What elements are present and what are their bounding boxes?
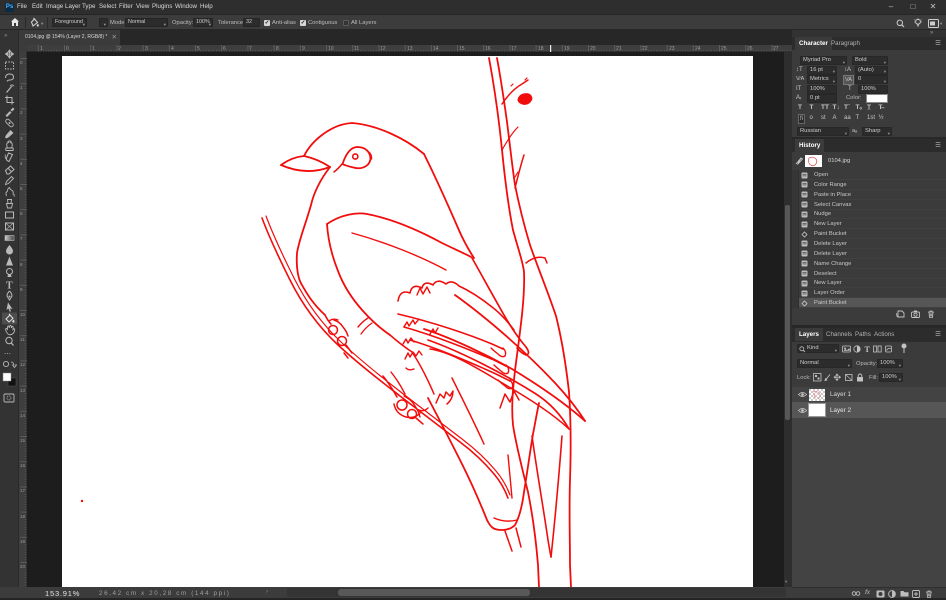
svg-text:7: 7 xyxy=(20,236,23,241)
svg-text:1: 1 xyxy=(20,85,23,90)
svg-text:⋯: ⋯ xyxy=(4,351,11,358)
svg-text:0: 0 xyxy=(20,60,23,65)
svg-text:18: 18 xyxy=(20,514,26,519)
svg-text:3: 3 xyxy=(20,136,23,141)
svg-text:10: 10 xyxy=(20,312,26,317)
svg-text:19: 19 xyxy=(20,539,26,544)
svg-text:14: 14 xyxy=(20,413,26,418)
svg-text:11: 11 xyxy=(20,337,25,342)
svg-text:13: 13 xyxy=(20,388,26,393)
svg-text:4: 4 xyxy=(20,161,23,166)
svg-text:2: 2 xyxy=(20,110,23,115)
svg-text:6: 6 xyxy=(20,211,23,216)
svg-text:12: 12 xyxy=(20,362,26,367)
svg-text:5: 5 xyxy=(20,186,23,191)
svg-text:»: » xyxy=(4,33,8,39)
svg-text:17: 17 xyxy=(20,488,26,493)
svg-text:15: 15 xyxy=(20,438,26,443)
svg-text:T: T xyxy=(6,281,13,292)
svg-text:8: 8 xyxy=(20,262,23,267)
svg-text:20: 20 xyxy=(20,564,26,569)
svg-text:16: 16 xyxy=(20,463,26,468)
svg-text:9: 9 xyxy=(20,287,23,292)
svg-text:T: T xyxy=(865,345,871,353)
